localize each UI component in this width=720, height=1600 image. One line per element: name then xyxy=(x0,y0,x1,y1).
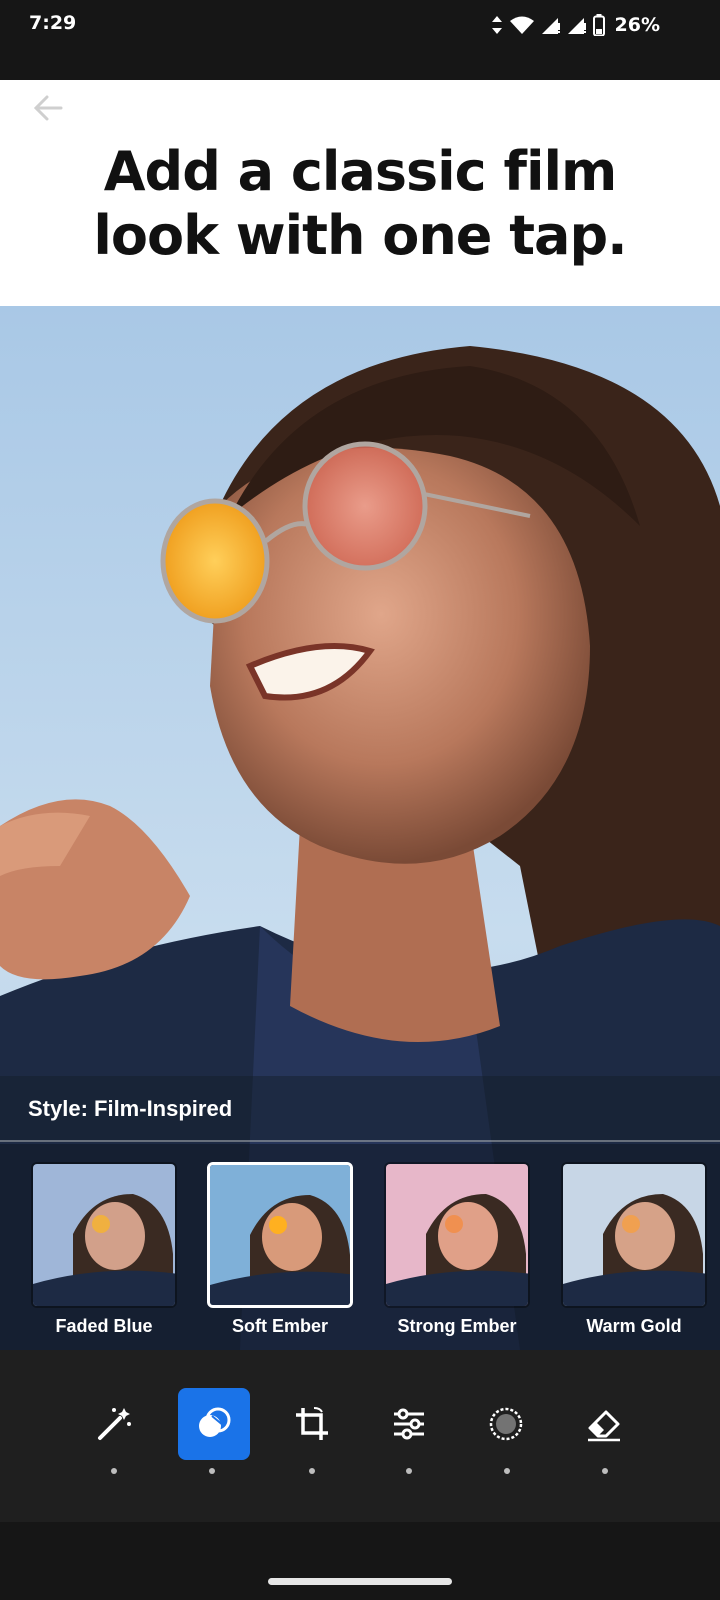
preset-carousel[interactable]: Faded Blue Soft Ember Strong Ember Warm … xyxy=(0,1144,720,1350)
headline-line-2: look with one tap. xyxy=(93,204,627,267)
tool-indicator-dot xyxy=(111,1468,117,1474)
preset-warm-gold[interactable]: Warm Gold xyxy=(561,1162,707,1337)
edit-toolbar xyxy=(0,1350,720,1522)
home-indicator[interactable] xyxy=(268,1578,452,1585)
tool-indicator-dot xyxy=(504,1468,510,1474)
preset-thumbnail xyxy=(31,1162,177,1308)
system-nav-bar xyxy=(0,1522,720,1600)
preset-label: Warm Gold xyxy=(586,1316,682,1336)
preset-thumbnail xyxy=(561,1162,707,1308)
signal-icon-2 xyxy=(567,18,586,34)
battery-percent: 26% xyxy=(614,14,660,36)
eraser-button[interactable] xyxy=(568,1388,640,1460)
preset-label: Strong Ember xyxy=(397,1316,517,1336)
data-arrows-icon xyxy=(491,16,502,34)
status-time: 7:29 xyxy=(29,12,77,34)
back-button[interactable] xyxy=(28,88,68,128)
looks-icon xyxy=(199,1407,231,1437)
tool-indicator-dot xyxy=(406,1468,412,1474)
crop-button[interactable] xyxy=(276,1388,348,1460)
status-icons: 26% xyxy=(491,12,660,38)
style-label: Style: Film-Inspired xyxy=(28,1096,233,1121)
preset-thumbnail xyxy=(384,1162,530,1308)
preset-strong-ember[interactable]: Strong Ember xyxy=(384,1162,530,1337)
arrow-left-icon xyxy=(33,95,63,121)
vignette-icon xyxy=(489,1407,523,1441)
preset-thumbnail xyxy=(207,1162,353,1308)
tool-indicator-dot xyxy=(602,1468,608,1474)
headline-line-1: Add a classic film xyxy=(103,140,617,203)
signal-icon xyxy=(541,18,560,34)
preset-label: Soft Ember xyxy=(231,1316,328,1336)
tool-indicator-dot xyxy=(209,1468,215,1474)
page-title: Add a classic film look with one tap. xyxy=(0,140,720,268)
eraser-icon xyxy=(588,1410,620,1442)
wifi-icon xyxy=(509,16,534,34)
preset-label: Faded Blue xyxy=(55,1316,153,1336)
photo-preview[interactable]: Style: Film-Inspired Faded Blue Soft Emb… xyxy=(0,306,720,1350)
looks-button[interactable] xyxy=(178,1388,250,1460)
magic-wand-icon xyxy=(98,1408,131,1440)
preset-soft-ember[interactable]: Soft Ember xyxy=(207,1162,353,1337)
auto-enhance-button[interactable] xyxy=(78,1388,150,1460)
header: Add a classic film look with one tap. xyxy=(0,80,720,306)
battery-icon xyxy=(592,14,605,36)
tool-indicator-dot xyxy=(309,1468,315,1474)
preset-faded-blue[interactable]: Faded Blue xyxy=(31,1162,177,1337)
status-bar: 7:29 26% xyxy=(0,0,720,80)
adjust-sliders-icon xyxy=(394,1408,424,1440)
vignette-button[interactable] xyxy=(470,1388,542,1460)
adjust-button[interactable] xyxy=(373,1388,445,1460)
crop-icon xyxy=(296,1407,328,1440)
style-bar: Style: Film-Inspired xyxy=(0,1076,720,1142)
